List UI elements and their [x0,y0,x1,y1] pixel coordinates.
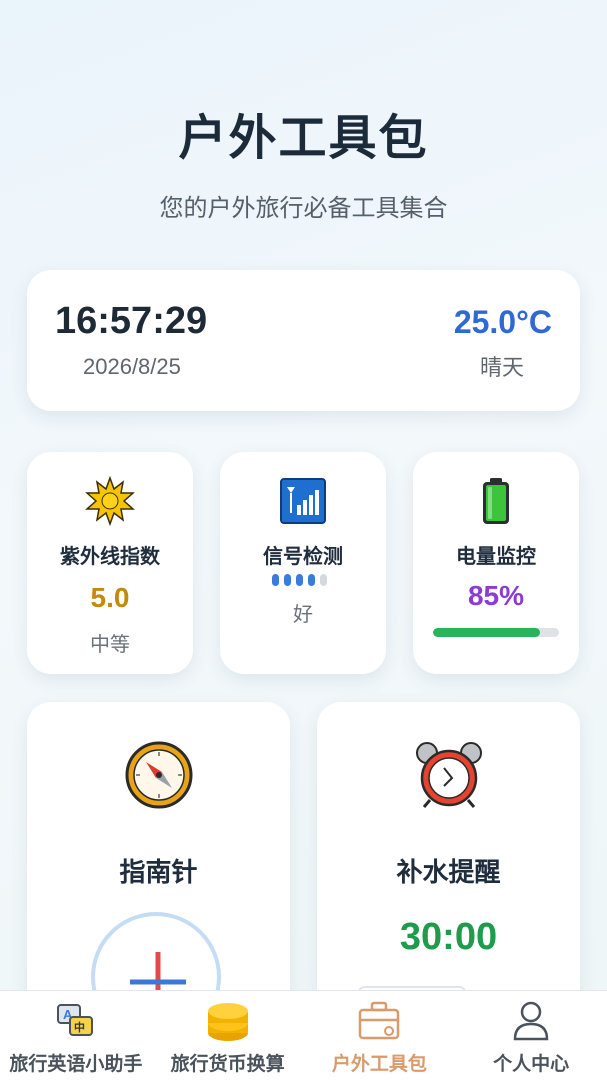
svg-text:中: 中 [74,1020,85,1034]
battery-progress-track [433,628,559,637]
alarm-clock-icon [416,742,482,808]
sun-icon [85,476,135,526]
battery-card[interactable]: 电量监控 85% [413,452,579,674]
hydration-label: 补水提醒 [396,858,501,888]
page-title: 户外工具包 [178,110,429,166]
compass-icon [125,741,193,809]
user-icon [513,1001,549,1041]
weather-condition: 晴天 [479,356,524,381]
hydration-timer: 30:00 [399,916,498,958]
tab-outdoor-toolkit[interactable]: 户外工具包 [304,991,456,1081]
signal-bar [296,574,303,586]
page-header: 户外工具包 您的户外旅行必备工具集合 [0,98,607,223]
uv-value: 5.0 [90,582,130,613]
battery-icon [483,478,509,524]
battery-progress-fill [433,628,541,637]
translate-icon: A 中 [56,1004,93,1036]
signal-bar [320,574,327,586]
uv-level: 中等 [90,632,130,656]
coins-icon [207,1003,248,1041]
compass-card[interactable]: 指南针 [27,702,290,1032]
tab-label: 旅行英语小助手 [9,1053,143,1075]
page-subtitle: 您的户外旅行必备工具集合 [159,194,448,222]
uv-label: 紫外线指数 [60,544,160,568]
uv-index-card[interactable]: 紫外线指数 5.0 中等 [27,452,193,674]
tab-label: 旅行货币换算 [170,1053,285,1075]
signal-label: 信号检测 [263,544,343,568]
toolbox-icon [359,1001,400,1040]
signal-bar [284,574,291,586]
battery-label: 电量监控 [456,544,536,568]
hydration-reminder-card[interactable]: 补水提醒 30:00 [317,702,580,1032]
compass-label: 指南针 [119,858,198,888]
signal-bar [272,574,279,586]
tab-profile[interactable]: 个人中心 [455,991,607,1081]
battery-value: 85% [467,580,525,611]
tab-label: 个人中心 [493,1053,570,1075]
tab-label: 户外工具包 [331,1053,427,1075]
signal-quality: 好 [293,602,313,626]
time-weather-card: 16:57:29 2026/8/25 25.0°C 晴天 [27,270,580,411]
current-date: 2026/8/25 [83,354,181,379]
temperature: 25.0°C [453,304,552,340]
signal-card[interactable]: 信号检测 好 [220,452,386,674]
tab-travel-english[interactable]: A 中 旅行英语小助手 [0,991,152,1081]
bottom-tab-bar: A 中 旅行英语小助手 旅行货币换算 户外工具包 个人中心 [0,990,607,1081]
signal-bar [308,574,315,586]
signal-strength-bars [272,574,336,586]
signal-icon [280,478,326,524]
tab-currency-converter[interactable]: 旅行货币换算 [152,991,304,1081]
current-time: 16:57:29 [55,300,208,342]
